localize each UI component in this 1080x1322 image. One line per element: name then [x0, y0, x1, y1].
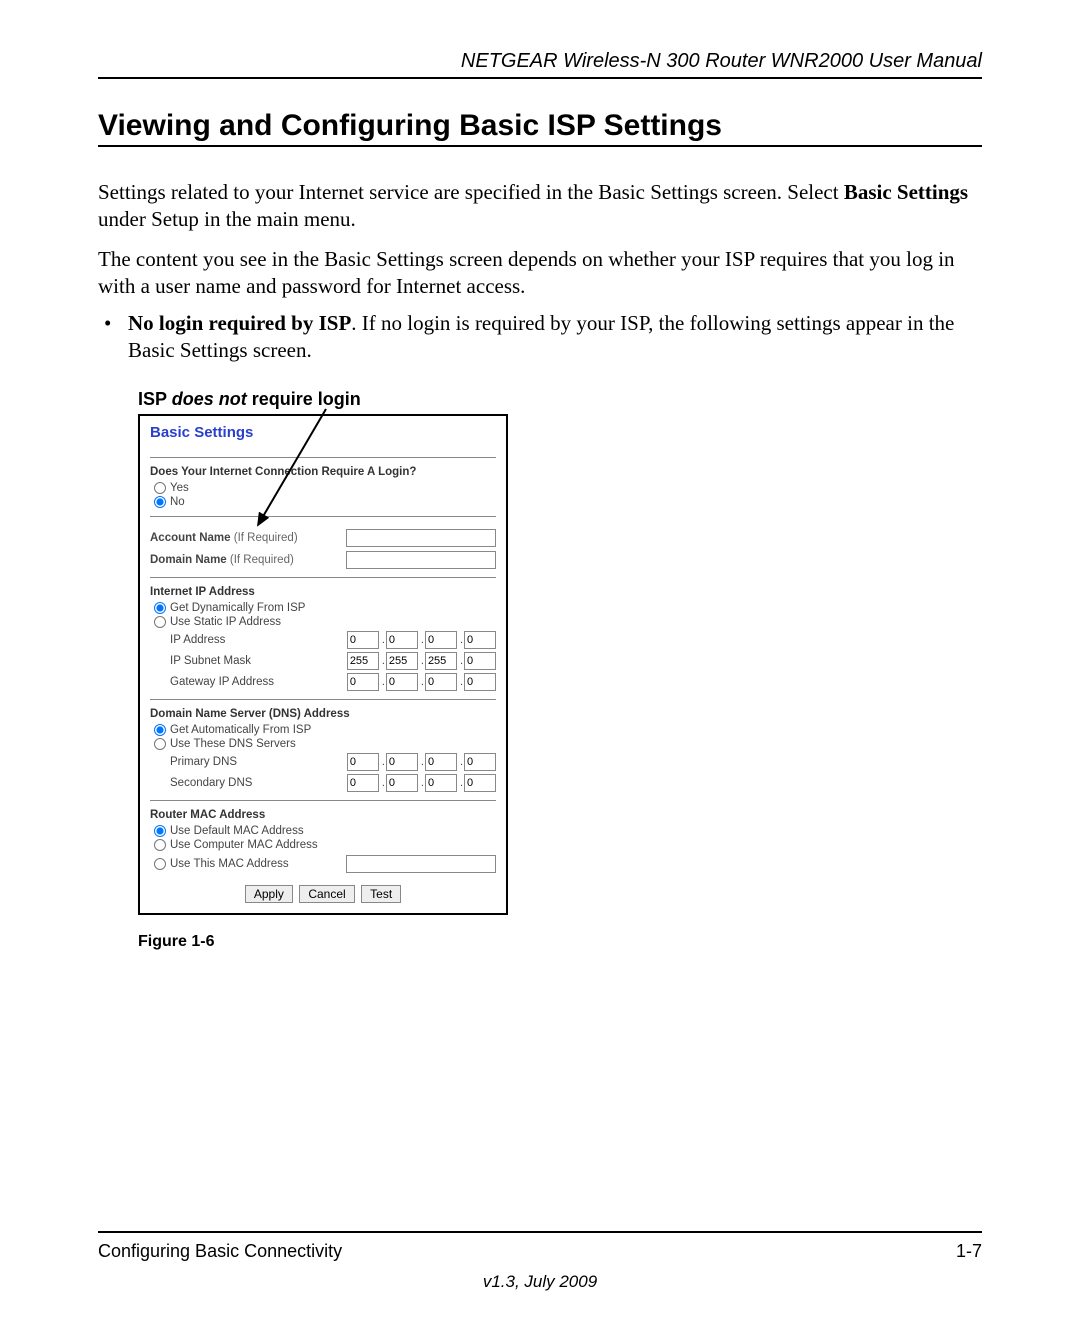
- cancel-button[interactable]: Cancel: [299, 885, 354, 903]
- account-name-input[interactable]: [346, 529, 496, 547]
- radio-yes-row[interactable]: Yes: [154, 482, 496, 494]
- radio-mac-default-row[interactable]: Use Default MAC Address: [154, 825, 496, 837]
- radio-yes-label: Yes: [170, 482, 189, 494]
- radio-ip-static[interactable]: [154, 616, 166, 628]
- ip-section-title: Internet IP Address: [150, 586, 496, 598]
- para1-text-a: Settings related to your Internet servic…: [98, 180, 844, 204]
- footer-version: v1.3, July 2009: [98, 1272, 982, 1292]
- login-section: Does Your Internet Connection Require A …: [150, 457, 496, 508]
- radio-mac-default[interactable]: [154, 825, 166, 837]
- bullet-bold: No login required by ISP: [128, 311, 351, 335]
- ip-oct-2[interactable]: [386, 631, 418, 649]
- intro-paragraph-1: Settings related to your Internet servic…: [98, 179, 982, 234]
- domain-name-label: Domain Name: [150, 554, 227, 566]
- account-name-label: Account Name: [150, 532, 231, 544]
- subnet-label: IP Subnet Mask: [170, 655, 347, 667]
- radio-ip-dyn-label: Get Dynamically From ISP: [170, 602, 305, 614]
- bullet-no-login: No login required by ISP. If no login is…: [98, 310, 982, 365]
- sdns-oct-2[interactable]: [386, 774, 418, 792]
- domain-name-input[interactable]: [346, 551, 496, 569]
- screenshot-container: Basic Settings Does Your Internet Connec…: [138, 414, 508, 951]
- ip-oct-3[interactable]: [425, 631, 457, 649]
- account-name-note: (If Required): [234, 532, 298, 544]
- mac-address-input[interactable]: [346, 855, 496, 873]
- radio-mac-computer-label: Use Computer MAC Address: [170, 839, 318, 851]
- ip-address-label: IP Address: [170, 634, 347, 646]
- basic-settings-screenshot: Basic Settings Does Your Internet Connec…: [138, 414, 508, 915]
- radio-no-row[interactable]: No: [154, 496, 496, 508]
- radio-dns-use-label: Use These DNS Servers: [170, 738, 296, 750]
- callout-label: ISP does not require login: [138, 389, 982, 410]
- radio-no-label: No: [170, 496, 185, 508]
- sdns-oct-4[interactable]: [464, 774, 496, 792]
- ip-section: Internet IP Address Get Dynamically From…: [150, 577, 496, 691]
- test-button[interactable]: Test: [361, 885, 401, 903]
- ip-oct-4[interactable]: [464, 631, 496, 649]
- account-section: Account Name (If Required) Domain Name (…: [150, 516, 496, 569]
- footer-rule: [98, 1231, 982, 1233]
- apply-button[interactable]: Apply: [245, 885, 293, 903]
- radio-no[interactable]: [154, 496, 166, 508]
- pdns-oct-4[interactable]: [464, 753, 496, 771]
- mac-section-title: Router MAC Address: [150, 809, 496, 821]
- radio-mac-this-row[interactable]: Use This MAC Address: [154, 858, 346, 870]
- radio-dns-auto[interactable]: [154, 724, 166, 736]
- radio-dns-use-row[interactable]: Use These DNS Servers: [154, 738, 496, 750]
- dns-section-title: Domain Name Server (DNS) Address: [150, 708, 496, 720]
- pdns-oct-2[interactable]: [386, 753, 418, 771]
- subnet-oct-2[interactable]: [386, 652, 418, 670]
- mac-section: Router MAC Address Use Default MAC Addre…: [150, 800, 496, 873]
- radio-ip-static-label: Use Static IP Address: [170, 616, 281, 628]
- subnet-oct-1[interactable]: [347, 652, 379, 670]
- gw-oct-4[interactable]: [464, 673, 496, 691]
- footer-chapter: Configuring Basic Connectivity: [98, 1241, 342, 1262]
- footer-page: 1-7: [956, 1241, 982, 1262]
- radio-ip-static-row[interactable]: Use Static IP Address: [154, 616, 496, 628]
- running-header: NETGEAR Wireless-N 300 Router WNR2000 Us…: [98, 50, 982, 73]
- callout-pre: ISP: [138, 389, 172, 409]
- ip-oct-1[interactable]: [347, 631, 379, 649]
- radio-yes[interactable]: [154, 482, 166, 494]
- radio-mac-default-label: Use Default MAC Address: [170, 825, 304, 837]
- para1-bold: Basic Settings: [844, 180, 968, 204]
- header-rule: [98, 77, 982, 79]
- radio-ip-dyn[interactable]: [154, 602, 166, 614]
- gw-oct-1[interactable]: [347, 673, 379, 691]
- button-row: Apply Cancel Test: [150, 885, 496, 903]
- pdns-oct-3[interactable]: [425, 753, 457, 771]
- radio-dns-auto-row[interactable]: Get Automatically From ISP: [154, 724, 496, 736]
- radio-mac-computer[interactable]: [154, 839, 166, 851]
- para1-text-c: under Setup in the main menu.: [98, 207, 356, 231]
- radio-dns-use[interactable]: [154, 738, 166, 750]
- gateway-label: Gateway IP Address: [170, 676, 347, 688]
- gw-oct-2[interactable]: [386, 673, 418, 691]
- intro-paragraph-2: The content you see in the Basic Setting…: [98, 246, 982, 301]
- radio-ip-dyn-row[interactable]: Get Dynamically From ISP: [154, 602, 496, 614]
- secondary-dns-label: Secondary DNS: [170, 777, 347, 789]
- panel-title: Basic Settings: [150, 424, 496, 441]
- login-question: Does Your Internet Connection Require A …: [150, 466, 496, 478]
- radio-dns-auto-label: Get Automatically From ISP: [170, 724, 311, 736]
- subnet-oct-4[interactable]: [464, 652, 496, 670]
- radio-mac-computer-row[interactable]: Use Computer MAC Address: [154, 839, 496, 851]
- callout-em: does not: [172, 389, 247, 409]
- section-heading: Viewing and Configuring Basic ISP Settin…: [98, 109, 982, 147]
- figure-caption: Figure 1-6: [138, 933, 508, 951]
- sdns-oct-1[interactable]: [347, 774, 379, 792]
- pdns-oct-1[interactable]: [347, 753, 379, 771]
- dns-section: Domain Name Server (DNS) Address Get Aut…: [150, 699, 496, 792]
- radio-mac-this-label: Use This MAC Address: [170, 858, 289, 870]
- primary-dns-label: Primary DNS: [170, 756, 347, 768]
- subnet-oct-3[interactable]: [425, 652, 457, 670]
- radio-mac-this[interactable]: [154, 858, 166, 870]
- gw-oct-3[interactable]: [425, 673, 457, 691]
- sdns-oct-3[interactable]: [425, 774, 457, 792]
- domain-name-note: (If Required): [230, 554, 294, 566]
- callout-post: require login: [247, 389, 361, 409]
